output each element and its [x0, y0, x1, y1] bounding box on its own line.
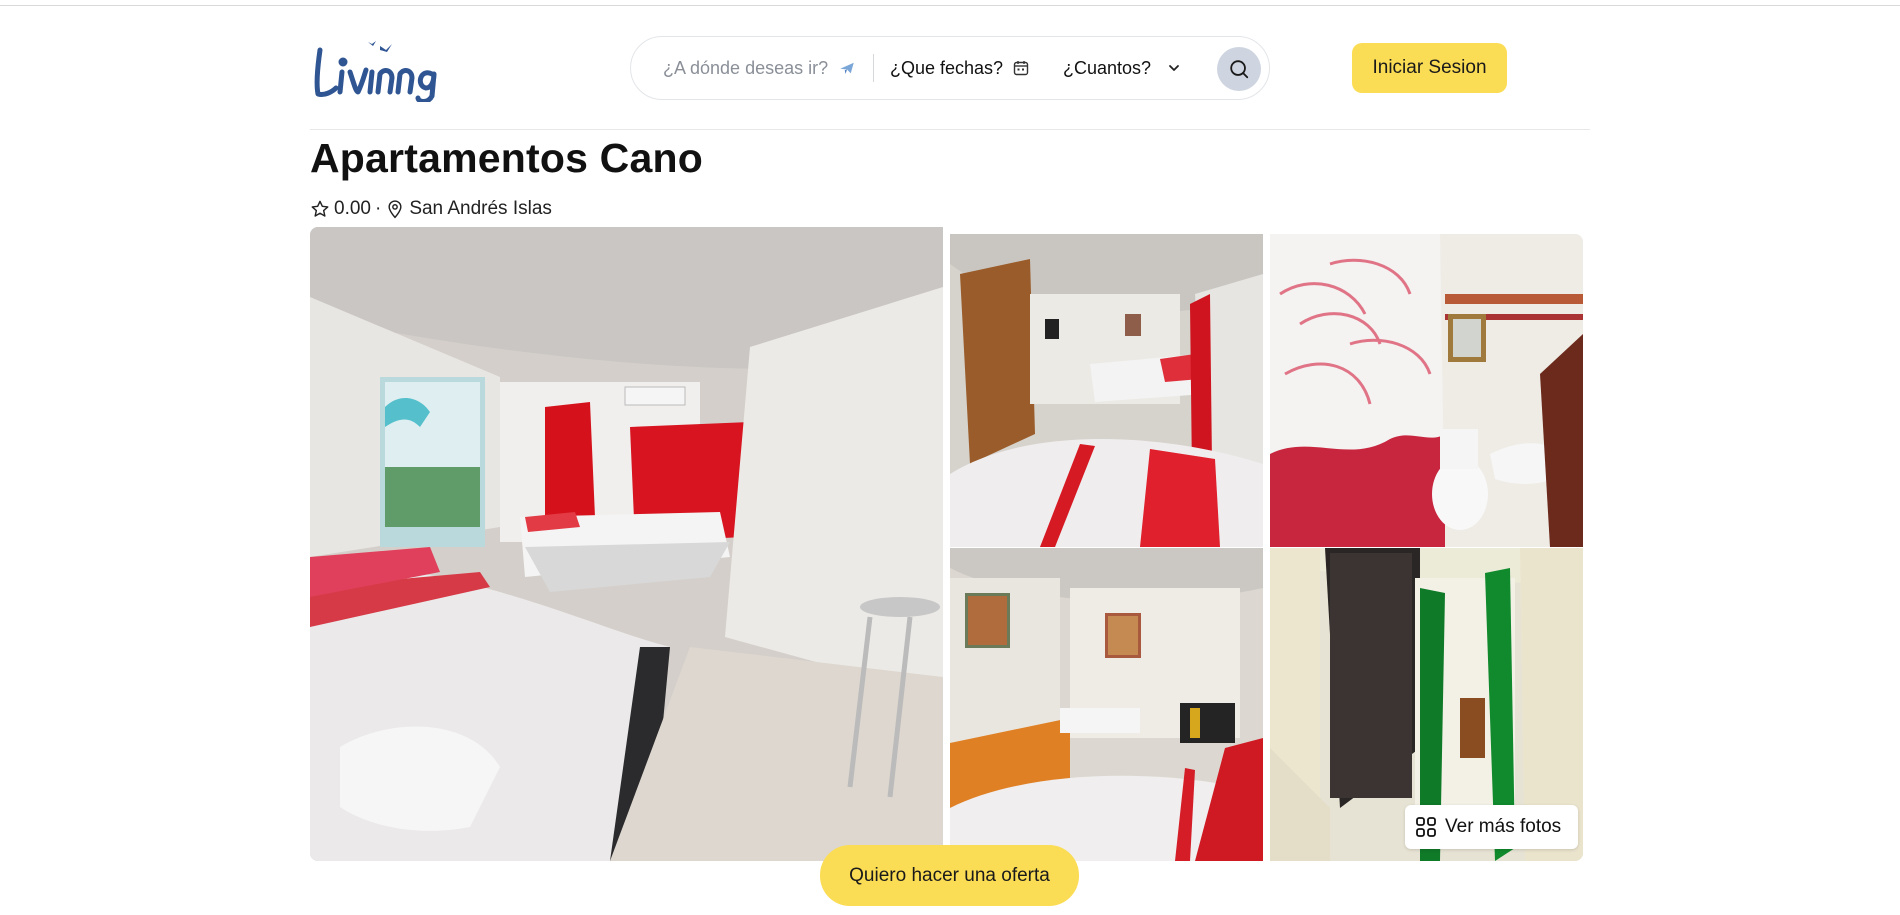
- map-pin-icon: [385, 199, 405, 219]
- calendar-icon: [1013, 60, 1029, 76]
- view-more-photos-label: Ver más fotos: [1445, 816, 1562, 837]
- meta-separator: ·: [374, 198, 382, 219]
- airplane-icon: [838, 59, 856, 77]
- site-header: ¿A dónde deseas ir? ¿Que fechas? ¿Cuanto…: [310, 32, 1590, 132]
- chevron-down-icon: [1167, 61, 1181, 75]
- grid-icon: [1415, 816, 1437, 838]
- view-more-photos-button[interactable]: Ver más fotos: [1405, 805, 1578, 849]
- location-text[interactable]: San Andrés Islas: [409, 198, 552, 220]
- listing-meta: 0.00 · San Andrés Islas: [310, 197, 552, 221]
- photo-gallery: Ver más fotos: [310, 227, 1584, 862]
- gallery-photo-main[interactable]: [310, 227, 943, 861]
- dates-label: ¿Que fechas?: [890, 57, 1004, 78]
- search-bar: ¿A dónde deseas ir? ¿Que fechas? ¿Cuanto…: [630, 36, 1270, 100]
- livinng-logo[interactable]: [310, 34, 462, 104]
- gallery-photo-3[interactable]: [1270, 234, 1583, 547]
- search-button[interactable]: [1217, 47, 1261, 91]
- destination-field[interactable]: ¿A dónde deseas ir?: [631, 37, 873, 99]
- gallery-photo-4[interactable]: [950, 548, 1263, 861]
- make-offer-button[interactable]: Quiero hacer una oferta: [820, 845, 1079, 906]
- dates-field[interactable]: ¿Que fechas?: [873, 54, 1043, 82]
- guests-label: ¿Cuantos?: [1063, 57, 1152, 78]
- search-icon: [1228, 58, 1250, 80]
- rating-value: 0.00: [334, 198, 371, 219]
- top-border-line: [0, 5, 1900, 6]
- guests-field[interactable]: ¿Cuantos?: [1043, 37, 1193, 99]
- destination-placeholder: ¿A dónde deseas ir?: [663, 57, 829, 78]
- header-divider: [310, 129, 1590, 130]
- gallery-photo-2[interactable]: [950, 234, 1263, 547]
- star-icon: [310, 199, 330, 219]
- login-button[interactable]: Iniciar Sesion: [1352, 43, 1507, 93]
- listing-title: Apartamentos Cano: [310, 135, 703, 181]
